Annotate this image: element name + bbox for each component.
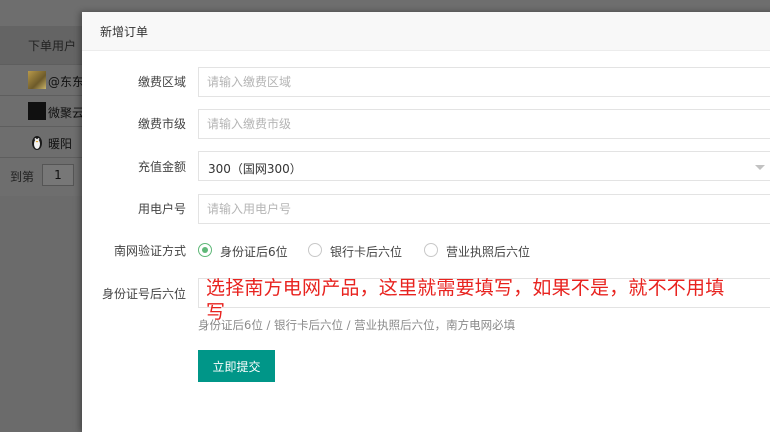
id-last6-label: 身份证号后六位 [101, 287, 186, 301]
user-name: 微聚云 [48, 106, 85, 120]
radio-label: 身份证后6位 [220, 245, 288, 259]
radio-label: 银行卡后六位 [330, 245, 403, 259]
goto-page-label: 到第 [10, 170, 35, 184]
goto-page-input[interactable]: 1 [42, 164, 74, 186]
chevron-down-icon [755, 165, 765, 170]
radio-unchecked-icon [308, 243, 322, 257]
background-empty-area [0, 196, 82, 418]
submit-button[interactable]: 立即提交 [198, 350, 275, 382]
dialog-title: 新增订单 [100, 25, 149, 39]
red-annotation-text: 选择南方电网产品，这里就需要填写，如果不是，就不不用填写 [206, 277, 725, 323]
account-label: 用电户号 [137, 202, 186, 216]
account-input[interactable] [198, 194, 770, 224]
amount-label: 充值金额 [137, 160, 186, 174]
pagination: 到第 1 [0, 158, 82, 194]
region-label: 缴费区域 [137, 75, 186, 89]
add-order-dialog: 新增订单 缴费区域 缴费市级 充值金额 300（国网300） 用电户号 南网验证… [82, 12, 770, 432]
avatar [28, 102, 46, 120]
radio-checked-icon [198, 243, 212, 257]
table-row: 微聚云 [0, 96, 85, 127]
city-input[interactable] [198, 109, 770, 139]
verify-method-label: 南网验证方式 [113, 244, 186, 258]
amount-selected-value: 300（国网300） [208, 162, 302, 176]
radio-unchecked-icon [424, 243, 438, 257]
penguin-icon [32, 136, 42, 150]
dialog-title-bar: 新增订单 [82, 12, 770, 51]
table-row: @东东 [0, 65, 85, 96]
user-name: 暖阳 [48, 137, 73, 151]
table-header: 下单用户 [0, 26, 82, 65]
user-name: @东东 [48, 75, 85, 89]
city-label: 缴费市级 [137, 117, 186, 131]
avatar [28, 133, 46, 151]
column-header-user: 下单用户 [28, 39, 77, 53]
avatar [28, 71, 46, 89]
amount-select[interactable]: 300（国网300） [198, 151, 770, 181]
radio-label: 营业执照后六位 [446, 245, 531, 259]
region-input[interactable] [198, 67, 770, 97]
table-row: 暖阳 [0, 127, 82, 158]
